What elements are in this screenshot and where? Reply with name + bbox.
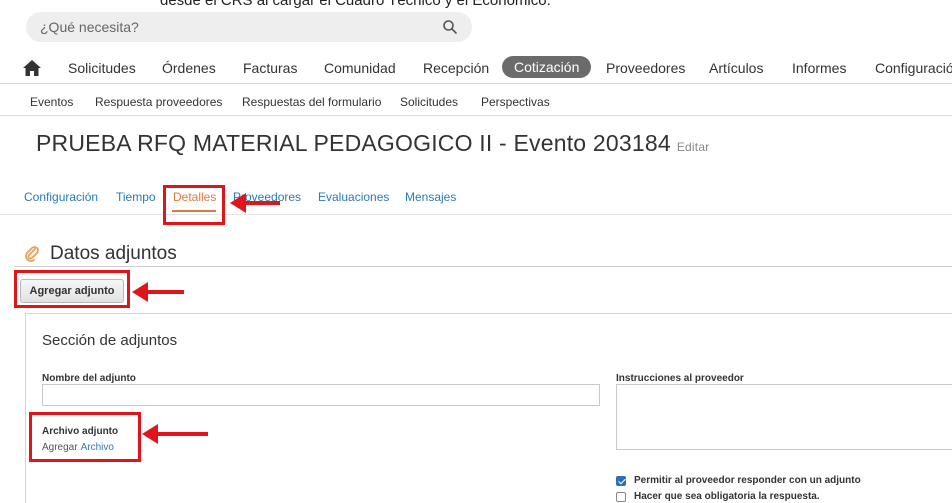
- attachment-name-input[interactable]: [42, 384, 600, 406]
- arrow-shaft: [244, 201, 280, 205]
- checkbox-required[interactable]: [616, 491, 626, 502]
- nav-solicitudes[interactable]: Solicitudes: [68, 60, 136, 76]
- subnav-respuestas-formulario[interactable]: Respuestas del formulario: [242, 95, 381, 109]
- sub-navigation: Eventos Respuesta proveedores Respuestas…: [0, 86, 952, 116]
- nav-configuracion[interactable]: Configuració: [875, 60, 952, 76]
- nav-cotizacion[interactable]: Cotización: [502, 56, 592, 78]
- subnav-respuesta-proveedores[interactable]: Respuesta proveedores: [95, 95, 222, 109]
- checkbox-required-row[interactable]: Hacer que sea obligatoria la respuesta.: [616, 491, 820, 502]
- attachments-section-panel: Sección de adjuntos Nombre del adjunto A…: [25, 313, 952, 503]
- highlight-detalles: [163, 185, 225, 225]
- tab-tiempo[interactable]: Tiempo: [116, 190, 156, 204]
- section-divider: [14, 266, 952, 267]
- nav-ordenes[interactable]: Órdenes: [162, 60, 216, 76]
- tab-mensajes[interactable]: Mensajes: [405, 190, 456, 204]
- main-navigation: Solicitudes Órdenes Facturas Comunidad R…: [0, 54, 952, 84]
- section-title: Datos adjuntos: [50, 243, 177, 264]
- instructions-label: Instrucciones al proveedor: [616, 373, 744, 384]
- subnav-eventos[interactable]: Eventos: [30, 95, 73, 109]
- tab-configuracion[interactable]: Configuración: [24, 190, 98, 204]
- arrow-detalles: [230, 193, 280, 213]
- paperclip-icon: [25, 246, 39, 262]
- cropped-instruction-text: desde el CRS al cargar el Cuadro Técnico…: [160, 0, 551, 9]
- nav-comunidad[interactable]: Comunidad: [324, 60, 396, 76]
- attachments-header: Datos adjuntos: [24, 243, 177, 265]
- nav-informes[interactable]: Informes: [792, 60, 846, 76]
- panel-title: Sección de adjuntos: [42, 332, 178, 349]
- tab-evaluaciones[interactable]: Evaluaciones: [318, 190, 389, 204]
- subnav-perspectivas[interactable]: Perspectivas: [481, 95, 550, 109]
- checkbox-required-label: Hacer que sea obligatoria la respuesta.: [634, 491, 820, 502]
- home-icon[interactable]: [22, 59, 42, 77]
- checkbox-allow-attachment-label: Permitir al proveedor responder con un a…: [634, 475, 861, 486]
- instructions-textarea[interactable]: [616, 384, 952, 450]
- checkbox-allow-attachment-row[interactable]: Permitir al proveedor responder con un a…: [616, 475, 861, 486]
- arrow-add-attachment: [132, 282, 184, 302]
- tabs-divider: [0, 214, 952, 215]
- nav-recepcion[interactable]: Recepción: [423, 60, 489, 76]
- edit-link[interactable]: Editar: [677, 140, 710, 154]
- nav-facturas[interactable]: Facturas: [243, 60, 297, 76]
- search-icon[interactable]: [442, 19, 458, 35]
- attachment-name-label: Nombre del adjunto: [42, 373, 136, 384]
- nav-articulos[interactable]: Artículos: [709, 60, 763, 76]
- arrow-shaft: [156, 432, 208, 436]
- arrow-shaft: [146, 290, 184, 294]
- event-title: PRUEBA RFQ MATERIAL PEDAGOGICO II - Even…: [36, 130, 671, 156]
- nav-proveedores[interactable]: Proveedores: [606, 60, 685, 76]
- highlight-file-attachment: [29, 412, 141, 462]
- page-title: PRUEBA RFQ MATERIAL PEDAGOGICO II - Even…: [36, 130, 709, 157]
- checkbox-allow-attachment[interactable]: [616, 475, 626, 486]
- highlight-add-attachment: [14, 270, 130, 308]
- search-bar[interactable]: [26, 12, 472, 42]
- subnav-solicitudes[interactable]: Solicitudes: [400, 95, 458, 109]
- search-input[interactable]: [40, 19, 442, 35]
- arrow-file-attachment: [142, 424, 208, 444]
